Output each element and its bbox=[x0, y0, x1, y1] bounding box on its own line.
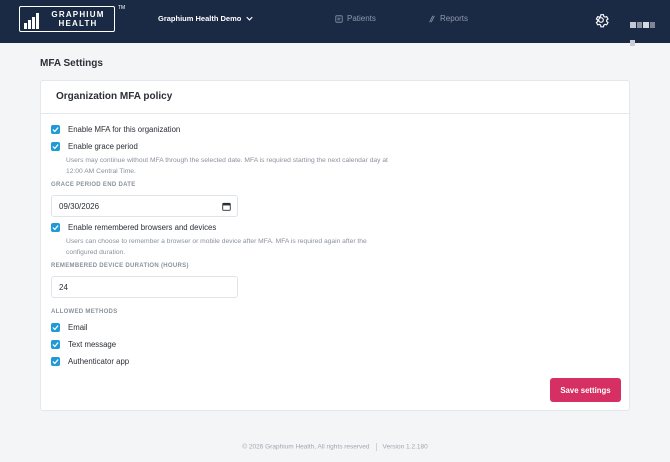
logo-text-line2: HEALTH bbox=[58, 19, 98, 28]
footer-copyright: © 2026 Graphium Health, All rights reser… bbox=[242, 443, 370, 451]
remembered-duration-input[interactable]: 24 bbox=[51, 276, 238, 298]
org-switcher[interactable]: Graphium Health Demo bbox=[158, 14, 254, 23]
nav-patients[interactable]: Patients bbox=[335, 14, 376, 23]
footer: © 2026 Graphium Health, All rights reser… bbox=[0, 443, 670, 451]
remembered-devices-row: Enable remembered browsers and devices bbox=[51, 223, 216, 232]
method-authenticator-label: Authenticator app bbox=[68, 357, 130, 366]
remembered-duration-label: REMEMBERED DEVICE DURATION (HOURS) bbox=[51, 263, 189, 269]
logo-bars-icon bbox=[24, 12, 42, 29]
patients-icon bbox=[335, 14, 343, 23]
calendar-icon[interactable] bbox=[222, 202, 231, 211]
grace-period-checkbox[interactable] bbox=[51, 142, 60, 151]
grace-end-date-value: 09/30/2026 bbox=[59, 202, 100, 211]
nav-reports[interactable]: Reports bbox=[428, 14, 468, 23]
mfa-policy-card: Organization MFA policy Enable MFA for t… bbox=[40, 80, 630, 411]
save-settings-button[interactable]: Save settings bbox=[550, 378, 621, 402]
nav-patients-label: Patients bbox=[347, 14, 376, 23]
user-menu[interactable] bbox=[630, 15, 660, 46]
remembered-devices-checkbox[interactable] bbox=[51, 223, 60, 232]
remembered-devices-help: Users can choose to remember a browser o… bbox=[66, 238, 367, 256]
footer-divider bbox=[375, 443, 377, 451]
gear-icon[interactable] bbox=[593, 12, 609, 28]
method-text-label: Text message bbox=[68, 340, 117, 349]
enable-mfa-checkbox[interactable] bbox=[51, 125, 60, 134]
nav-reports-label: Reports bbox=[440, 14, 469, 23]
method-email-label: Email bbox=[68, 323, 88, 332]
method-text-checkbox[interactable] bbox=[51, 340, 60, 349]
check-icon bbox=[52, 342, 59, 348]
method-authenticator-checkbox[interactable] bbox=[51, 357, 60, 366]
check-icon bbox=[52, 144, 59, 150]
remembered-devices-label: Enable remembered browsers and devices bbox=[68, 223, 217, 232]
method-email-checkbox[interactable] bbox=[51, 323, 60, 332]
check-icon bbox=[52, 359, 59, 365]
footer-version: Version 1.2.180 bbox=[382, 443, 428, 451]
method-authenticator-row: Authenticator app bbox=[51, 357, 129, 366]
grace-end-date-label: GRACE PERIOD END DATE bbox=[51, 182, 136, 188]
check-icon bbox=[52, 325, 59, 331]
method-text-row: Text message bbox=[51, 340, 116, 349]
method-email-row: Email bbox=[51, 323, 88, 332]
page-title: MFA Settings bbox=[40, 58, 103, 69]
logo-text-line1: GRAPHIUM bbox=[51, 10, 105, 19]
logo-wordmark: GRAPHIUM HEALTH bbox=[46, 10, 110, 28]
remembered-duration-value: 24 bbox=[59, 283, 68, 292]
reports-icon bbox=[429, 15, 435, 22]
grace-period-help: Users may continue without MFA through t… bbox=[66, 157, 388, 175]
check-icon bbox=[52, 225, 59, 231]
logo-trademark: TM bbox=[118, 5, 126, 11]
card-title: Organization MFA policy bbox=[56, 91, 173, 102]
grace-period-row: Enable grace period bbox=[51, 142, 138, 151]
org-name: Graphium Health Demo bbox=[158, 14, 242, 23]
enable-mfa-row: Enable MFA for this organization bbox=[51, 125, 180, 134]
allowed-methods-label: ALLOWED METHODS bbox=[51, 309, 118, 315]
chevron-down-icon bbox=[246, 16, 254, 21]
grace-period-label: Enable grace period bbox=[68, 142, 138, 151]
top-nav-bar: GRAPHIUM HEALTH TM Graphium Health Demo … bbox=[0, 0, 670, 46]
grace-end-date-input[interactable]: 09/30/2026 bbox=[51, 195, 238, 217]
card-header: Organization MFA policy bbox=[41, 81, 629, 114]
enable-mfa-label: Enable MFA for this organization bbox=[68, 125, 181, 134]
graphium-logo[interactable]: GRAPHIUM HEALTH TM bbox=[19, 5, 125, 32]
check-icon bbox=[52, 127, 59, 133]
